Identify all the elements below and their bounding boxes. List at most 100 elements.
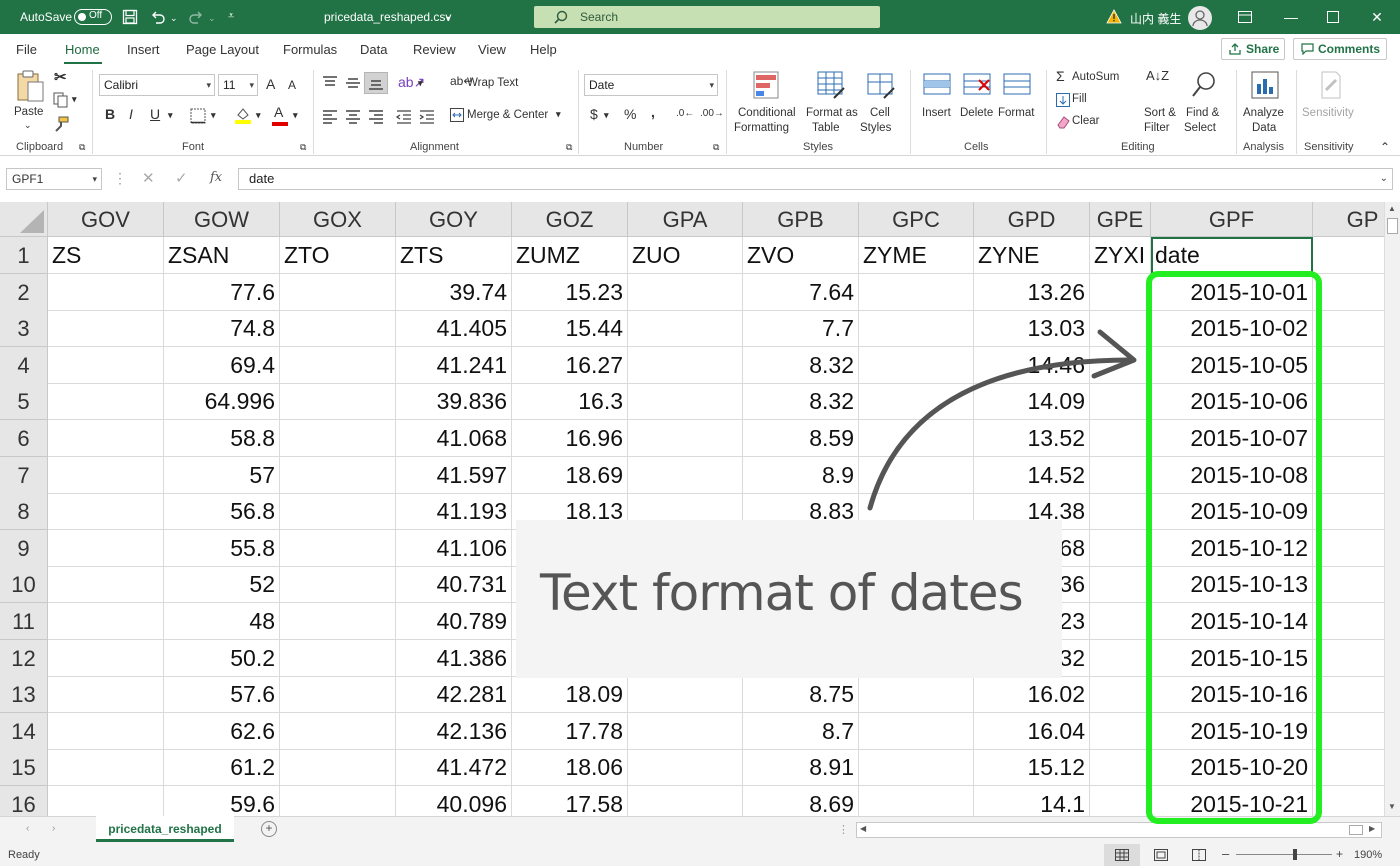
cell[interactable]: 40.096: [396, 786, 512, 816]
undo-icon[interactable]: [150, 9, 166, 25]
cell[interactable]: 41.597: [396, 456, 512, 494]
cut-icon[interactable]: ✂: [54, 68, 67, 86]
cell[interactable]: 61.2: [164, 749, 280, 787]
cell[interactable]: [280, 639, 396, 677]
comments-button[interactable]: Comments: [1293, 38, 1387, 60]
number-format-select[interactable]: Date ▾: [584, 74, 718, 96]
cell[interactable]: 74.8: [164, 310, 280, 348]
cell[interactable]: 48: [164, 603, 280, 640]
cell[interactable]: [48, 529, 164, 567]
zoom-slider-track[interactable]: [1236, 854, 1332, 855]
cell[interactable]: ZS: [48, 237, 164, 274]
cell[interactable]: 77.6: [164, 273, 280, 311]
copy-icon[interactable]: [53, 92, 69, 108]
format-cells-button[interactable]: Format: [996, 68, 1038, 138]
cell[interactable]: [48, 273, 164, 311]
cell[interactable]: 8.91: [743, 749, 859, 787]
underline-icon[interactable]: U: [150, 106, 160, 122]
column-header[interactable]: GPF: [1151, 202, 1313, 237]
paste-button[interactable]: Paste ⌄: [10, 68, 50, 134]
cell[interactable]: [48, 493, 164, 531]
cell[interactable]: 41.405: [396, 310, 512, 348]
merge-center-button[interactable]: Merge & Center ▾: [446, 106, 572, 126]
cell[interactable]: [1313, 383, 1384, 421]
zoom-in-icon[interactable]: +: [1336, 847, 1343, 861]
cell[interactable]: [859, 712, 974, 750]
cell[interactable]: [48, 346, 164, 384]
search-box[interactable]: Search: [534, 6, 880, 28]
cell[interactable]: 8.9: [743, 456, 859, 494]
cell[interactable]: [628, 712, 743, 750]
cell[interactable]: [280, 749, 396, 787]
column-header[interactable]: GPC: [859, 202, 974, 237]
cell[interactable]: [1313, 566, 1384, 604]
cell[interactable]: [1313, 603, 1384, 640]
decrease-font-icon[interactable]: A: [288, 78, 296, 92]
cell[interactable]: [1090, 603, 1151, 640]
next-sheet-icon[interactable]: ›: [52, 823, 55, 834]
tab-page-layout[interactable]: Page Layout: [186, 42, 259, 57]
cell[interactable]: ZYNE: [974, 237, 1090, 274]
row-header[interactable]: 3: [0, 310, 48, 348]
cell[interactable]: [1313, 530, 1384, 567]
row-header[interactable]: 9: [0, 529, 48, 567]
cell[interactable]: [48, 383, 164, 421]
cell[interactable]: ZTS: [396, 237, 512, 274]
cell[interactable]: [1313, 493, 1384, 531]
column-header[interactable]: GOW: [164, 202, 280, 237]
cell[interactable]: [280, 456, 396, 494]
cell[interactable]: 18.69: [512, 456, 628, 494]
cell[interactable]: [280, 529, 396, 567]
cancel-entry-icon[interactable]: ✕: [142, 169, 155, 187]
font-launcher-icon[interactable]: ⧉: [300, 142, 306, 153]
cell[interactable]: 55.8: [164, 529, 280, 567]
increase-font-icon[interactable]: A: [266, 76, 275, 92]
cell[interactable]: [859, 676, 974, 714]
cell[interactable]: 17.58: [512, 786, 628, 816]
cell[interactable]: [1090, 676, 1151, 714]
prev-sheet-icon[interactable]: ‹: [26, 823, 29, 834]
cell[interactable]: [1313, 237, 1384, 274]
comma-icon[interactable]: ,: [651, 104, 655, 120]
row-header[interactable]: 7: [0, 456, 48, 494]
cell[interactable]: [48, 786, 164, 816]
row-header[interactable]: 6: [0, 420, 48, 457]
cell[interactable]: [628, 676, 743, 714]
cell[interactable]: [628, 786, 743, 816]
cell[interactable]: [1090, 712, 1151, 750]
column-header[interactable]: GOX: [280, 202, 396, 237]
sheet-tab-pricedata[interactable]: pricedata_reshaped: [96, 816, 234, 842]
cell[interactable]: [280, 383, 396, 421]
conditional-formatting-button[interactable]: Conditional Formatting: [734, 68, 800, 138]
row-header[interactable]: 2: [0, 273, 48, 311]
fill-color-dropdown-icon[interactable]: ▾: [256, 110, 261, 121]
font-name-select[interactable]: Calibri ▾: [99, 74, 215, 96]
cell[interactable]: 56.8: [164, 493, 280, 531]
cell[interactable]: [48, 420, 164, 457]
vertical-scrollbar[interactable]: ▲ ▼: [1384, 202, 1400, 816]
cell[interactable]: [48, 456, 164, 494]
row-header[interactable]: 15: [0, 749, 48, 787]
share-button[interactable]: Share: [1221, 38, 1285, 60]
format-as-table-button[interactable]: Format as Table: [804, 68, 858, 138]
cell[interactable]: [1313, 457, 1384, 494]
accounting-icon[interactable]: $: [590, 106, 598, 122]
cell[interactable]: [1090, 273, 1151, 311]
cell[interactable]: [280, 712, 396, 750]
alignment-launcher-icon[interactable]: ⧉: [566, 142, 572, 153]
row-header[interactable]: 5: [0, 383, 48, 421]
cell[interactable]: [48, 712, 164, 750]
redo-dropdown-icon[interactable]: ⌄: [208, 11, 216, 25]
align-left-icon[interactable]: [322, 110, 338, 124]
format-painter-icon[interactable]: [53, 116, 69, 132]
cell[interactable]: [1313, 640, 1384, 677]
cell[interactable]: [1090, 566, 1151, 604]
align-center-icon[interactable]: [345, 110, 361, 124]
cell[interactable]: [280, 786, 396, 816]
column-header[interactable]: GPE: [1090, 202, 1151, 237]
cell[interactable]: ZUMZ: [512, 237, 628, 274]
borders-icon[interactable]: [190, 108, 206, 124]
fill-button[interactable]: Fill: [1054, 90, 1124, 110]
cell[interactable]: [1313, 347, 1384, 384]
cell[interactable]: 40.789: [396, 603, 512, 640]
